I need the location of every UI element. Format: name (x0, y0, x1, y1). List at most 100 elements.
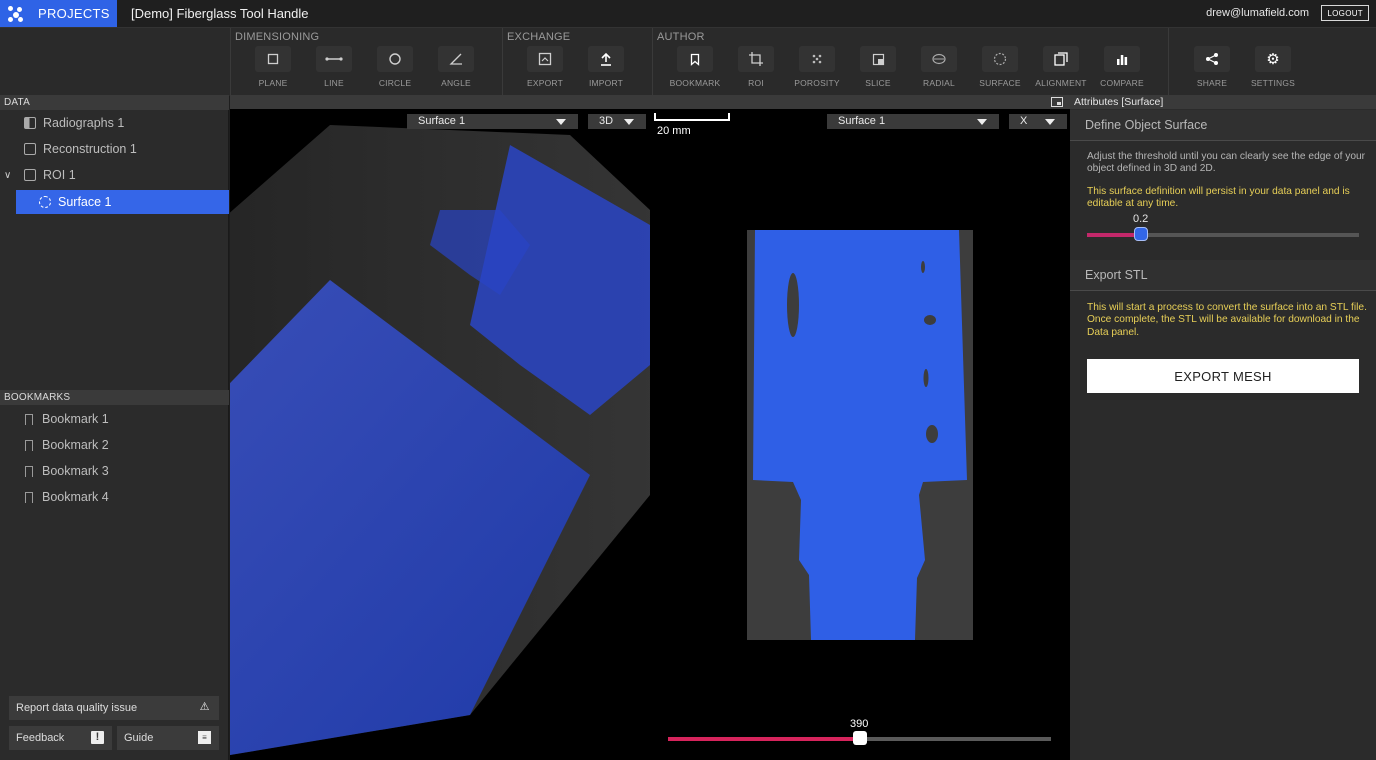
tool-label: RADIAL (923, 78, 955, 88)
report-issue-button[interactable]: Report data quality issue ⚠ (9, 696, 219, 720)
threshold-value: 0.2 (1133, 213, 1149, 225)
data-section-header: DATA (0, 95, 229, 110)
chevron-down-icon[interactable]: ∨ (4, 170, 11, 181)
share-button[interactable]: SHARE (1183, 45, 1241, 93)
gear-icon: ⚙ (1255, 46, 1291, 72)
angle-tool-button[interactable]: ANGLE (427, 45, 485, 93)
toolbar-group-exchange: EXCHANGE EXPORT IMPORT (502, 28, 652, 96)
threshold-slider-thumb[interactable] (1134, 227, 1148, 241)
slice-icon (860, 46, 896, 72)
user-email: drew@lumafield.com (1206, 7, 1309, 19)
viewport-header (230, 95, 1070, 109)
3d-model-render[interactable] (230, 115, 650, 755)
guide-label: Guide (124, 732, 154, 744)
surface-icon (982, 46, 1018, 72)
right-surface-dropdown[interactable]: Surface 1 (827, 114, 999, 129)
tool-label: ALIGNMENT (1035, 78, 1087, 88)
cube-icon (24, 143, 36, 155)
data-item-label: Reconstruction 1 (43, 142, 137, 156)
export-stl-title: Export STL (1070, 260, 1376, 291)
line-tool-button[interactable]: LINE (305, 45, 363, 93)
circle-tool-button[interactable]: CIRCLE (366, 45, 424, 93)
slice-slider-fill (668, 737, 860, 741)
toolbar-group-label: DIMENSIONING (235, 31, 320, 43)
cube-icon (24, 169, 36, 181)
bookmark-item[interactable]: Bookmark 4 (0, 485, 229, 509)
slice-tool-button[interactable]: SLICE (849, 45, 907, 93)
define-surface-text: Adjust the threshold until you can clear… (1087, 151, 1366, 175)
radial-tool-button[interactable]: RADIAL (910, 45, 968, 93)
slice-axis-dropdown[interactable]: X (1009, 114, 1067, 129)
attributes-panel: Attributes [Surface] Define Object Surfa… (1070, 95, 1376, 760)
projects-label: PROJECTS (38, 6, 110, 21)
data-item-label: Radiographs 1 (43, 116, 125, 130)
data-item-reconstruction[interactable]: Reconstruction 1 (0, 137, 229, 161)
slice-slider-thumb[interactable] (853, 731, 867, 745)
tool-label: BOOKMARK (669, 78, 721, 88)
toolbar-group-label: AUTHOR (657, 31, 705, 43)
compare-tool-button[interactable]: COMPARE (1093, 45, 1151, 93)
export-tool-button[interactable]: EXPORT (516, 45, 574, 93)
data-item-radiographs[interactable]: Radiographs 1 (0, 111, 229, 135)
slice-slider[interactable] (668, 731, 1051, 745)
bookmark-item[interactable]: Bookmark 3 (0, 459, 229, 483)
surface-tool-button[interactable]: SURFACE (971, 45, 1029, 93)
left-panel: DATA Radiographs 1 Reconstruction 1 ∨ RO… (0, 95, 229, 760)
panel-toggle-icon[interactable] (1051, 97, 1063, 107)
data-item-roi[interactable]: ∨ ROI 1 (0, 163, 229, 187)
bookmark-icon (677, 46, 713, 72)
bookmark-icon (25, 491, 33, 503)
caret-down-icon (624, 119, 634, 125)
tool-label: SURFACE (979, 78, 1021, 88)
import-tool-button[interactable]: IMPORT (577, 45, 635, 93)
bookmark-label: Bookmark 4 (42, 490, 109, 504)
threshold-slider[interactable] (1087, 227, 1359, 241)
settings-button[interactable]: ⚙ SETTINGS (1244, 45, 1302, 93)
guide-button[interactable]: Guide ≡ (117, 726, 219, 750)
angle-icon (438, 46, 474, 72)
projects-button[interactable]: PROJECTS (0, 0, 117, 27)
view-mode-dropdown[interactable]: 3D (588, 114, 646, 129)
data-item-label: Surface 1 (58, 195, 112, 209)
plane-tool-button[interactable]: PLANE (244, 45, 302, 93)
tool-label: ANGLE (441, 78, 471, 88)
viewport[interactable]: Surface 1 3D 20 mm Surface 1 X 390 (230, 95, 1070, 760)
define-surface-title: Define Object Surface (1070, 110, 1376, 141)
line-icon (316, 46, 352, 72)
feedback-button[interactable]: Feedback ! (9, 726, 112, 750)
data-item-surface[interactable]: Surface 1 (16, 190, 229, 214)
top-bar: PROJECTS [Demo] Fiberglass Tool Handle d… (0, 0, 1376, 27)
toolbar-group-share: SHARE ⚙ SETTINGS (1168, 28, 1376, 96)
toolbar: DIMENSIONING PLANE LINE CIRCLE ANGLE EXC… (0, 27, 1376, 96)
roi-tool-button[interactable]: ROI (727, 45, 785, 93)
radiograph-icon (24, 117, 36, 129)
porosity-tool-button[interactable]: POROSITY (788, 45, 846, 93)
threshold-slider-fill (1087, 233, 1141, 237)
feedback-label: Feedback (16, 732, 65, 744)
export-mesh-button[interactable]: EXPORT MESH (1087, 359, 1359, 393)
slice-surface-render (753, 230, 967, 640)
dropdown-value: X (1020, 115, 1028, 127)
bookmark-icon (25, 465, 33, 477)
toolbar-spacer (0, 28, 230, 96)
share-icon (1194, 46, 1230, 72)
tool-label: COMPARE (1100, 78, 1144, 88)
surface-icon (39, 196, 51, 208)
tool-label: ROI (748, 78, 764, 88)
scale-label: 20 mm (657, 125, 691, 137)
2d-slice-view[interactable] (747, 230, 973, 640)
bookmark-item[interactable]: Bookmark 2 (0, 433, 229, 457)
feedback-icon: ! (91, 731, 104, 744)
bookmark-icon (25, 439, 33, 451)
bookmark-tool-button[interactable]: BOOKMARK (666, 45, 724, 93)
bookmarks-section-header: BOOKMARKS (0, 390, 229, 405)
data-item-label: ROI 1 (43, 168, 76, 182)
alignment-tool-button[interactable]: ALIGNMENT (1032, 45, 1090, 93)
tool-label: SHARE (1196, 78, 1228, 88)
left-surface-dropdown[interactable]: Surface 1 (407, 114, 578, 129)
bookmark-item[interactable]: Bookmark 1 (0, 407, 229, 431)
caret-down-icon (977, 119, 987, 125)
logout-button[interactable]: LOGOUT (1321, 5, 1369, 21)
caret-down-icon (1045, 119, 1055, 125)
slice-slider-value: 390 (850, 718, 869, 730)
